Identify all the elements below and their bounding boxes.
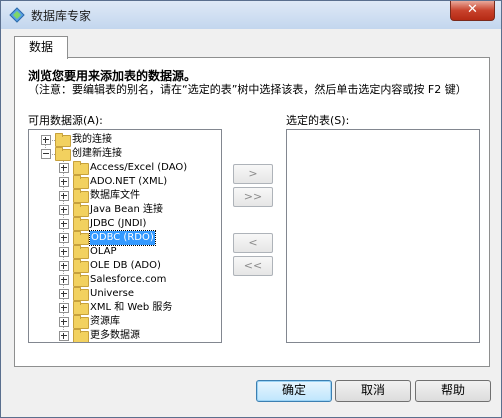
- expand-icon[interactable]: [59, 261, 69, 271]
- tab-data[interactable]: 数据: [14, 36, 68, 59]
- tree-node-label: 我的连接: [72, 134, 112, 145]
- tree-node-label: Java Bean 连接: [90, 204, 163, 215]
- folder-icon: [73, 287, 89, 301]
- tree-node-label: XML 和 Web 服务: [90, 302, 173, 313]
- expand-icon[interactable]: [59, 205, 69, 215]
- tree-node-label: JDBC (JNDI): [90, 218, 147, 229]
- collapse-icon[interactable]: [41, 149, 51, 159]
- tree-node-label: ODBC (RDO): [89, 230, 156, 246]
- tree-node-universe[interactable]: Universe: [29, 287, 219, 301]
- expand-icon[interactable]: [59, 303, 69, 313]
- expand-icon[interactable]: [59, 163, 69, 173]
- tree-node-database-files[interactable]: 数据库文件: [29, 189, 219, 203]
- remove-button[interactable]: <: [233, 233, 273, 253]
- folder-icon: [73, 273, 89, 287]
- folder-icon: [73, 301, 89, 315]
- folder-icon: [73, 315, 89, 329]
- tree-node-label: ADO.NET (XML): [90, 176, 168, 187]
- expand-icon[interactable]: [59, 233, 69, 243]
- tree-node-jdbc[interactable]: JDBC (JNDI): [29, 217, 219, 231]
- expand-icon[interactable]: [59, 317, 69, 327]
- tree-node-repository[interactable]: 资源库: [29, 315, 219, 329]
- tree-node-ado-net[interactable]: ADO.NET (XML): [29, 175, 219, 189]
- expand-icon[interactable]: [59, 191, 69, 201]
- available-sources-label: 可用数据源(A):: [28, 114, 103, 127]
- title-bar: 数据库专家 ✕: [1, 1, 501, 29]
- tree-node-more-data-sources[interactable]: 更多数据源: [29, 329, 219, 342]
- tree-node-label: Universe: [90, 288, 134, 299]
- expand-icon[interactable]: [59, 177, 69, 187]
- tree-node-label: Access/Excel (DAO): [90, 162, 188, 173]
- tree-node-label: 资源库: [90, 316, 120, 327]
- tree-node-olap[interactable]: OLAP: [29, 245, 219, 259]
- tree-node-label: 数据库文件: [90, 190, 140, 201]
- add-button[interactable]: >: [233, 164, 273, 184]
- expand-icon[interactable]: [59, 331, 69, 341]
- folder-icon: [73, 189, 89, 203]
- tree-node-java-bean[interactable]: Java Bean 连接: [29, 203, 219, 217]
- tree-node-label: OLE DB (ADO): [90, 260, 161, 271]
- expand-icon[interactable]: [59, 289, 69, 299]
- tree-node-create-new-connection[interactable]: 创建新连接: [29, 147, 219, 161]
- folder-icon: [55, 133, 71, 147]
- expand-icon[interactable]: [59, 275, 69, 285]
- folder-icon: [73, 161, 89, 175]
- tree-node-label: OLAP: [90, 246, 117, 257]
- tree-node-salesforce[interactable]: Salesforce.com: [29, 273, 219, 287]
- tree-node-label: 更多数据源: [90, 330, 140, 341]
- ok-button[interactable]: 确定: [256, 380, 332, 402]
- tree-node-ole-db[interactable]: OLE DB (ADO): [29, 259, 219, 273]
- tree-node-label: 创建新连接: [72, 148, 122, 159]
- add-all-button[interactable]: >>: [233, 187, 273, 207]
- folder-icon: [73, 203, 89, 217]
- folder-icon: [73, 245, 89, 259]
- tree-node-label: Salesforce.com: [90, 274, 167, 285]
- window-title: 数据库专家: [31, 9, 92, 23]
- help-button[interactable]: 帮助: [415, 380, 491, 402]
- tree-node-odbc[interactable]: ODBC (RDO): [29, 230, 219, 246]
- folder-icon: [73, 329, 89, 342]
- tree-node-access-excel[interactable]: Access/Excel (DAO): [29, 161, 219, 175]
- folder-icon: [73, 217, 89, 231]
- expand-icon[interactable]: [59, 219, 69, 229]
- available-sources-tree[interactable]: 我的连接 创建新连接 Access/Excel (DAO) ADO.NET (X…: [28, 129, 222, 343]
- selected-tables-tree[interactable]: [286, 129, 480, 343]
- folder-icon: [73, 259, 89, 273]
- remove-all-button[interactable]: <<: [233, 256, 273, 276]
- close-icon: ✕: [467, 2, 478, 17]
- help-note: （注意：要编辑表的别名，请在“选定的表”树中选择该表，然后单击选定内容或按 F2…: [28, 83, 467, 96]
- expand-icon[interactable]: [59, 247, 69, 257]
- database-expert-dialog: 数据库专家 ✕ 数据 浏览您要用来添加表的数据源。 （注意：要编辑表的别名，请在…: [0, 0, 502, 418]
- folder-icon: [55, 147, 71, 161]
- folder-icon: [73, 175, 89, 189]
- folder-icon: [73, 231, 89, 245]
- page-heading: 浏览您要用来添加表的数据源。: [28, 69, 197, 83]
- expand-icon[interactable]: [41, 135, 51, 145]
- close-button[interactable]: ✕: [450, 1, 495, 21]
- database-expert-icon: [9, 7, 25, 23]
- cancel-button[interactable]: 取消: [335, 380, 411, 402]
- tree-node-xml-web-services[interactable]: XML 和 Web 服务: [29, 301, 219, 315]
- tree-node-my-connections[interactable]: 我的连接: [29, 133, 219, 147]
- selected-tables-label: 选定的表(S):: [286, 114, 350, 127]
